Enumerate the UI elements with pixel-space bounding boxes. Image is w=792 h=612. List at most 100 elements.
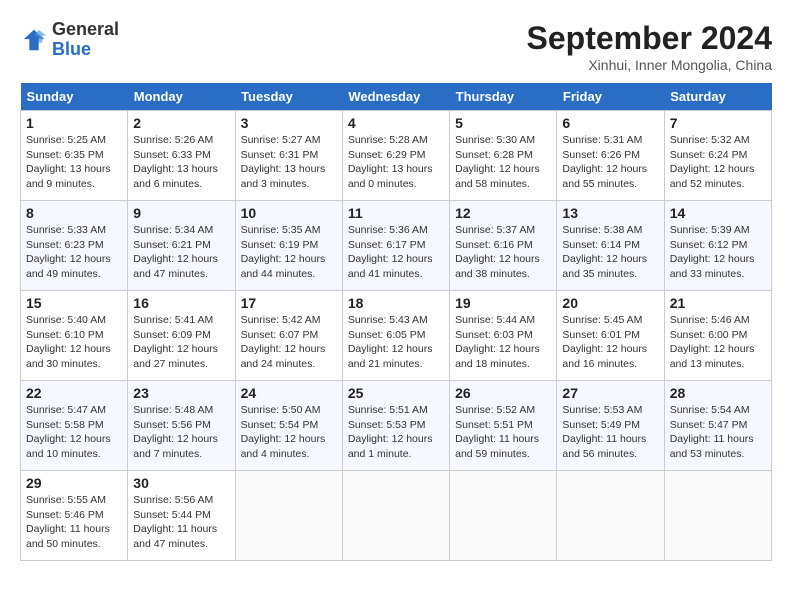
calendar-cell: 28 Sunrise: 5:54 AMSunset: 5:47 PMDayligh… (664, 381, 771, 471)
day-number: 1 (26, 115, 122, 131)
calendar-cell (450, 471, 557, 561)
calendar-cell: 26 Sunrise: 5:52 AMSunset: 5:51 PMDayligh… (450, 381, 557, 471)
calendar-week-2: 8 Sunrise: 5:33 AMSunset: 6:23 PMDaylight… (21, 201, 772, 291)
calendar-cell: 3 Sunrise: 5:27 AMSunset: 6:31 PMDaylight… (235, 111, 342, 201)
weekday-header-wednesday: Wednesday (342, 83, 449, 111)
calendar-cell: 29 Sunrise: 5:55 AMSunset: 5:46 PMDayligh… (21, 471, 128, 561)
location: Xinhui, Inner Mongolia, China (527, 57, 772, 73)
day-number: 25 (348, 385, 444, 401)
calendar-cell (342, 471, 449, 561)
calendar-week-4: 22 Sunrise: 5:47 AMSunset: 5:58 PMDayligh… (21, 381, 772, 471)
weekday-header-thursday: Thursday (450, 83, 557, 111)
day-info: Sunrise: 5:44 AMSunset: 6:03 PMDaylight:… (455, 313, 551, 372)
calendar-cell: 24 Sunrise: 5:50 AMSunset: 5:54 PMDayligh… (235, 381, 342, 471)
calendar-week-1: 1 Sunrise: 5:25 AMSunset: 6:35 PMDaylight… (21, 111, 772, 201)
day-number: 3 (241, 115, 337, 131)
day-number: 29 (26, 475, 122, 491)
day-info: Sunrise: 5:53 AMSunset: 5:49 PMDaylight:… (562, 403, 658, 462)
day-info: Sunrise: 5:47 AMSunset: 5:58 PMDaylight:… (26, 403, 122, 462)
day-number: 19 (455, 295, 551, 311)
day-info: Sunrise: 5:36 AMSunset: 6:17 PMDaylight:… (348, 223, 444, 282)
day-number: 24 (241, 385, 337, 401)
day-number: 7 (670, 115, 766, 131)
day-number: 22 (26, 385, 122, 401)
day-info: Sunrise: 5:39 AMSunset: 6:12 PMDaylight:… (670, 223, 766, 282)
calendar-cell: 11Sunrise: 5:36 AMSunset: 6:17 PMDayligh… (342, 201, 449, 291)
calendar-cell: 8 Sunrise: 5:33 AMSunset: 6:23 PMDaylight… (21, 201, 128, 291)
day-info: Sunrise: 5:35 AMSunset: 6:19 PMDaylight:… (241, 223, 337, 282)
calendar-cell (235, 471, 342, 561)
day-number: 18 (348, 295, 444, 311)
day-info: Sunrise: 5:30 AMSunset: 6:28 PMDaylight:… (455, 133, 551, 192)
day-info: Sunrise: 5:32 AMSunset: 6:24 PMDaylight:… (670, 133, 766, 192)
day-number: 4 (348, 115, 444, 131)
day-number: 12 (455, 205, 551, 221)
day-info: Sunrise: 5:26 AMSunset: 6:33 PMDaylight:… (133, 133, 229, 192)
day-number: 20 (562, 295, 658, 311)
day-info: Sunrise: 5:43 AMSunset: 6:05 PMDaylight:… (348, 313, 444, 372)
day-info: Sunrise: 5:42 AMSunset: 6:07 PMDaylight:… (241, 313, 337, 372)
day-number: 8 (26, 205, 122, 221)
day-info: Sunrise: 5:51 AMSunset: 5:53 PMDaylight:… (348, 403, 444, 462)
day-number: 17 (241, 295, 337, 311)
day-number: 23 (133, 385, 229, 401)
day-info: Sunrise: 5:45 AMSunset: 6:01 PMDaylight:… (562, 313, 658, 372)
day-info: Sunrise: 5:33 AMSunset: 6:23 PMDaylight:… (26, 223, 122, 282)
day-number: 5 (455, 115, 551, 131)
calendar-cell: 2 Sunrise: 5:26 AMSunset: 6:33 PMDaylight… (128, 111, 235, 201)
day-number: 14 (670, 205, 766, 221)
calendar-cell: 22 Sunrise: 5:47 AMSunset: 5:58 PMDayligh… (21, 381, 128, 471)
calendar-cell: 12Sunrise: 5:37 AMSunset: 6:16 PMDayligh… (450, 201, 557, 291)
page-header: General Blue September 2024 Xinhui, Inne… (20, 20, 772, 73)
day-info: Sunrise: 5:41 AMSunset: 6:09 PMDaylight:… (133, 313, 229, 372)
calendar-cell: 27Sunrise: 5:53 AMSunset: 5:49 PMDayligh… (557, 381, 664, 471)
day-number: 13 (562, 205, 658, 221)
calendar-cell: 19 Sunrise: 5:44 AMSunset: 6:03 PMDayligh… (450, 291, 557, 381)
weekday-header-monday: Monday (128, 83, 235, 111)
day-info: Sunrise: 5:55 AMSunset: 5:46 PMDaylight:… (26, 493, 122, 552)
weekday-header-row: SundayMondayTuesdayWednesdayThursdayFrid… (21, 83, 772, 111)
day-number: 16 (133, 295, 229, 311)
day-number: 21 (670, 295, 766, 311)
day-info: Sunrise: 5:34 AMSunset: 6:21 PMDaylight:… (133, 223, 229, 282)
month-title: September 2024 (527, 20, 772, 57)
day-number: 15 (26, 295, 122, 311)
day-info: Sunrise: 5:52 AMSunset: 5:51 PMDaylight:… (455, 403, 551, 462)
logo: General Blue (20, 20, 119, 60)
logo-line2: Blue (52, 40, 119, 60)
calendar-week-3: 15Sunrise: 5:40 AMSunset: 6:10 PMDayligh… (21, 291, 772, 381)
calendar-cell: 4 Sunrise: 5:28 AMSunset: 6:29 PMDaylight… (342, 111, 449, 201)
day-number: 28 (670, 385, 766, 401)
day-info: Sunrise: 5:27 AMSunset: 6:31 PMDaylight:… (241, 133, 337, 192)
day-info: Sunrise: 5:28 AMSunset: 6:29 PMDaylight:… (348, 133, 444, 192)
weekday-header-tuesday: Tuesday (235, 83, 342, 111)
calendar-cell: 13 Sunrise: 5:38 AMSunset: 6:14 PMDayligh… (557, 201, 664, 291)
calendar-cell: 1 Sunrise: 5:25 AMSunset: 6:35 PMDaylight… (21, 111, 128, 201)
logo-icon (20, 26, 48, 54)
calendar-week-5: 29 Sunrise: 5:55 AMSunset: 5:46 PMDayligh… (21, 471, 772, 561)
day-number: 2 (133, 115, 229, 131)
calendar-cell: 20 Sunrise: 5:45 AMSunset: 6:01 PMDayligh… (557, 291, 664, 381)
calendar-cell: 14 Sunrise: 5:39 AMSunset: 6:12 PMDayligh… (664, 201, 771, 291)
weekday-header-saturday: Saturday (664, 83, 771, 111)
weekday-header-sunday: Sunday (21, 83, 128, 111)
day-info: Sunrise: 5:50 AMSunset: 5:54 PMDaylight:… (241, 403, 337, 462)
weekday-header-friday: Friday (557, 83, 664, 111)
calendar-cell: 9 Sunrise: 5:34 AMSunset: 6:21 PMDaylight… (128, 201, 235, 291)
calendar-cell (557, 471, 664, 561)
day-info: Sunrise: 5:56 AMSunset: 5:44 PMDaylight:… (133, 493, 229, 552)
day-info: Sunrise: 5:46 AMSunset: 6:00 PMDaylight:… (670, 313, 766, 372)
day-info: Sunrise: 5:31 AMSunset: 6:26 PMDaylight:… (562, 133, 658, 192)
day-number: 10 (241, 205, 337, 221)
day-info: Sunrise: 5:25 AMSunset: 6:35 PMDaylight:… (26, 133, 122, 192)
calendar-cell: 6 Sunrise: 5:31 AMSunset: 6:26 PMDaylight… (557, 111, 664, 201)
day-number: 9 (133, 205, 229, 221)
calendar-cell: 17 Sunrise: 5:42 AMSunset: 6:07 PMDayligh… (235, 291, 342, 381)
calendar-cell: 25 Sunrise: 5:51 AMSunset: 5:53 PMDayligh… (342, 381, 449, 471)
day-number: 26 (455, 385, 551, 401)
calendar-cell: 16 Sunrise: 5:41 AMSunset: 6:09 PMDayligh… (128, 291, 235, 381)
day-number: 6 (562, 115, 658, 131)
day-info: Sunrise: 5:38 AMSunset: 6:14 PMDaylight:… (562, 223, 658, 282)
day-info: Sunrise: 5:54 AMSunset: 5:47 PMDaylight:… (670, 403, 766, 462)
calendar-cell: 18 Sunrise: 5:43 AMSunset: 6:05 PMDayligh… (342, 291, 449, 381)
